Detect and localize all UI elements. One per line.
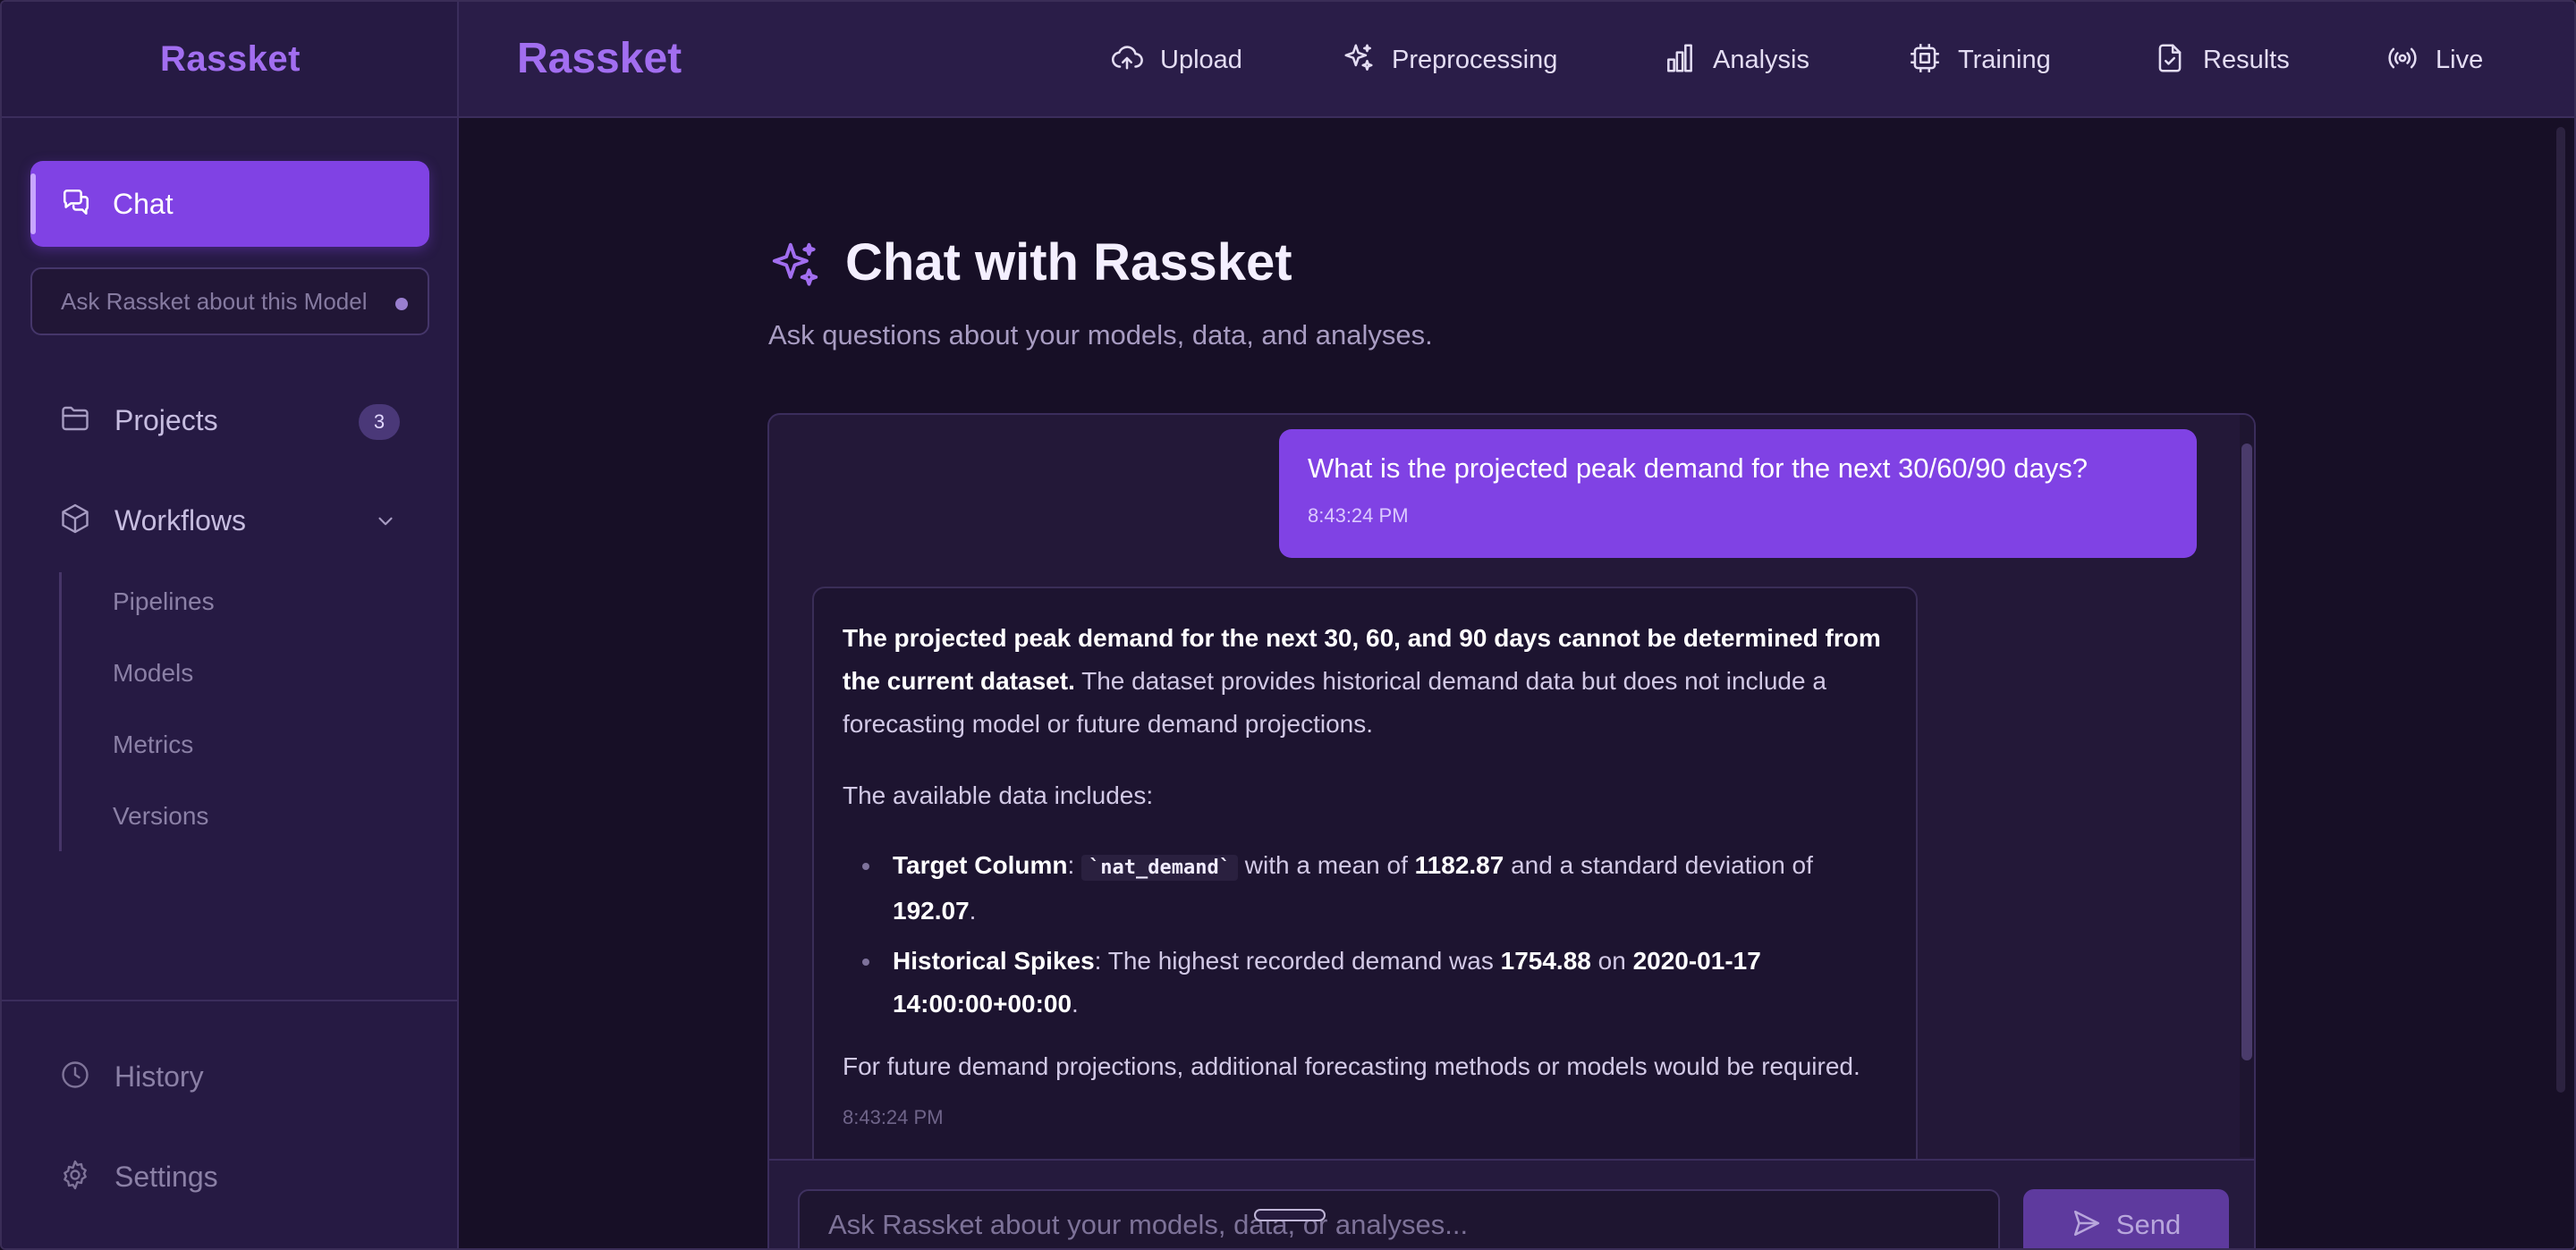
assistant-bullet-list: Target Column: `nat_demand` with a mean … [843,844,1887,1026]
sidebar-subitem-versions[interactable]: Versions [113,802,208,831]
assistant-paragraph: The projected peak demand for the next 3… [843,617,1887,746]
send-button-label: Send [2115,1209,2182,1240]
page-scrollbar[interactable] [2556,127,2565,1093]
assistant-paragraph: For future demand projections, additiona… [843,1052,1860,1080]
assistant-paragraph: The available data includes: [843,781,1154,809]
list-item: Historical Spikes: The highest recorded … [862,940,1887,1026]
chevron-down-icon[interactable] [374,510,397,537]
cloud-upload-icon [1110,41,1144,80]
chat-input-bar: Send [769,1159,2254,1248]
sidebar-item-label: Settings [114,1161,218,1193]
inline-code: `nat_demand` [1081,855,1238,881]
projects-count-badge: 3 [359,404,400,440]
sidebar-subitem-models[interactable]: Models [113,659,193,688]
nav-live[interactable]: Live [2385,38,2483,82]
sidebar-search-input[interactable] [61,287,401,316]
sidebar-brand: Rassket [2,2,459,118]
bullet-text: and a standard deviation of [1504,851,1813,879]
assistant-message-time: 8:43:24 PM [843,1106,944,1128]
sidebar-search [30,267,429,335]
user-message-text: What is the projected peak demand for th… [1308,452,2088,484]
user-message-time: 8:43:24 PM [1308,504,1409,527]
bullet-value: 1182.87 [1414,851,1504,879]
nav-upload[interactable]: Upload [1110,38,1242,82]
bullet-text: on [1590,947,1633,975]
nav-label: Preprocessing [1392,45,1558,74]
sidebar-item-label: History [114,1060,204,1093]
bullet-label: Target Column [893,851,1068,879]
page-subtitle: Ask questions about your models, data, a… [768,319,1433,351]
list-item: Target Column: `nat_demand` with a mean … [862,844,1887,933]
drag-handle[interactable] [1254,1209,1326,1221]
top-header: Rassket Upload Preprocessing Analysis Tr… [459,2,2574,118]
chat-bubbles-icon [61,187,91,222]
chat-panel: What is the projected peak demand for th… [767,413,2256,1248]
bullet-text: : The highest recorded demand was [1094,947,1501,975]
chat-scrollbar[interactable] [2240,415,2254,1157]
bullet-value: 192.07 [893,897,970,925]
cube-icon [59,503,91,539]
clock-icon [59,1059,91,1095]
bullet-text: . [1072,990,1079,1018]
sparkles-icon [767,238,823,298]
chat-scrollbar-thumb[interactable] [2241,443,2252,1060]
nav-preprocessing[interactable]: Preprocessing [1342,38,1557,82]
user-message: What is the projected peak demand for th… [1279,429,2197,558]
nav-label: Training [1958,45,2051,74]
main-content: Chat with Rassket Ask questions about yo… [459,120,2574,1248]
sidebar-item-workflows[interactable]: Workflows [59,503,401,539]
workflows-submenu-rail [59,572,62,851]
bullet-text: . [969,897,977,925]
nav-label: Results [2203,45,2290,74]
search-indicator-dot [395,298,408,310]
cpu-icon [1908,41,1942,80]
send-icon [2072,1208,2102,1243]
nav-label: Analysis [1713,45,1809,74]
sidebar-item-projects[interactable]: Projects [59,402,401,439]
bullet-text: : [1067,851,1082,879]
sidebar-item-settings[interactable]: Settings [59,1159,218,1195]
nav-results[interactable]: Results [2153,38,2290,82]
nav-training[interactable]: Training [1908,38,2051,82]
nav-label: Upload [1160,45,1242,74]
broadcast-icon [2385,41,2419,80]
sidebar-item-history[interactable]: History [59,1059,204,1095]
gear-icon [59,1159,91,1195]
sidebar-subitem-metrics[interactable]: Metrics [113,731,193,759]
header-brand[interactable]: Rassket [517,34,682,83]
sidebar: Rassket Chat Projects 3 [2,2,459,1248]
bullet-value: 1754.88 [1500,947,1591,975]
bullet-label: Historical Spikes [893,947,1095,975]
folder-icon [59,402,91,439]
sidebar-item-chat[interactable]: Chat [30,161,429,247]
nav-label: Live [2436,45,2484,74]
app-window: Rassket Chat Projects 3 [0,0,2576,1250]
assistant-message: The projected peak demand for the next 3… [812,587,1918,1230]
bullet-text: with a mean of [1238,851,1415,879]
bar-chart-icon [1663,41,1697,80]
sidebar-subitem-pipelines[interactable]: Pipelines [113,587,215,616]
sparkles-icon [1342,41,1376,80]
sidebar-brand-text[interactable]: Rassket [160,39,301,80]
chat-input[interactable] [798,1189,2000,1248]
sidebar-item-label: Projects [114,404,218,436]
nav-analysis[interactable]: Analysis [1663,38,1809,82]
sidebar-item-label: Workflows [114,504,246,536]
page-title: Chat with Rassket [845,233,1292,291]
sidebar-divider [2,1000,459,1001]
sidebar-item-label: Chat [113,187,174,220]
file-check-icon [2153,41,2187,80]
send-button[interactable]: Send [2023,1189,2229,1248]
